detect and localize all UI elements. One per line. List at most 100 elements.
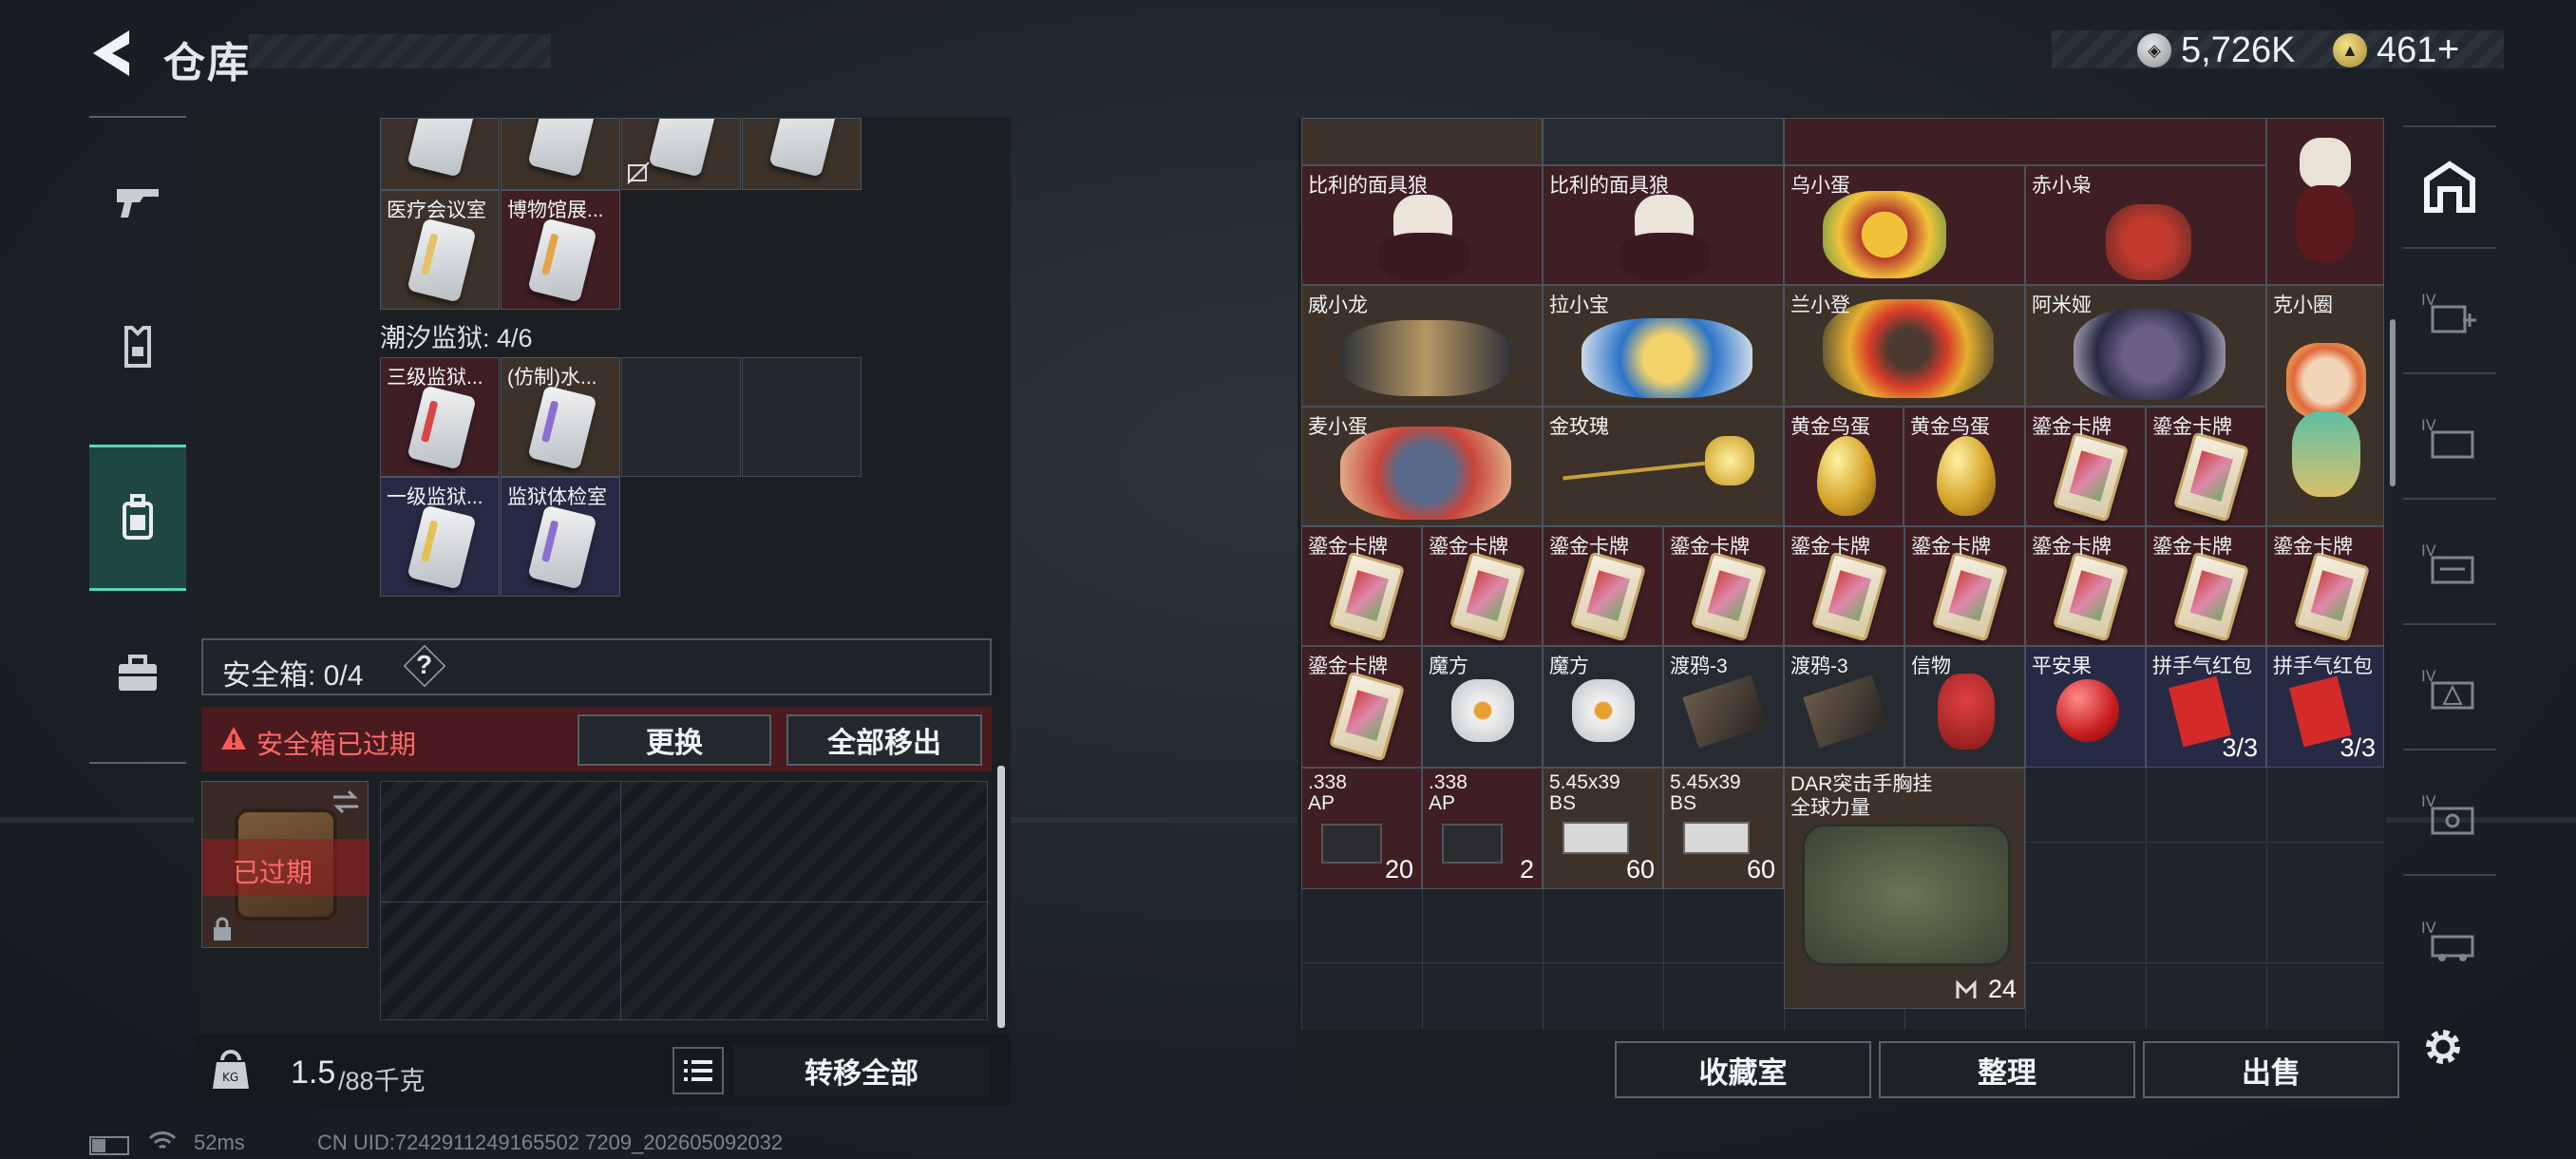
currency-gold: 461 [2377,30,2437,70]
item-museum[interactable]: 博物馆展... [501,190,620,310]
arrange-button[interactable]: 整理 [1879,1041,2135,1098]
swap-icon[interactable] [331,789,360,814]
cannot-move-icon [627,162,650,184]
item-level3-prison[interactable]: 三级监狱... [380,357,500,477]
stash-item-golden-rose[interactable]: 金玫瑰 [1543,407,1784,526]
stash-item-gilded-card[interactable]: 鎏金卡牌 [1904,526,2025,646]
stash-item-mai-xiaodan[interactable]: 麦小蛋 [1301,407,1543,526]
stash-item-cube[interactable]: 魔方 [1422,646,1543,768]
empty-slot[interactable] [621,357,741,477]
weight-icon: KG [213,1050,249,1089]
nav-armor[interactable] [89,274,186,420]
item-tile[interactable] [621,118,741,190]
stash-item-cube[interactable]: 魔方 [1543,646,1663,768]
stash-page-3[interactable]: IV [2403,502,2496,625]
stash-item-wei-xiaolong[interactable]: 威小龙 [1301,285,1543,407]
svg-text:IV: IV [2421,919,2436,937]
item-medical-meeting-room[interactable]: 医疗会议室 [380,190,500,310]
stash-item-gilded-card[interactable]: 鎏金卡牌 [2025,526,2146,646]
nav-weapon[interactable] [89,127,186,274]
stash-item-red-envelope[interactable]: 拼手气红包 3/3 [2266,646,2384,768]
replace-button[interactable]: 更换 [578,714,771,766]
stash-item-gilded-card[interactable]: 鎏金卡牌 [1663,526,1784,646]
transfer-all-button[interactable]: 转移全部 [733,1045,990,1096]
stash-item-gilded-card[interactable]: 鎏金卡牌 [1784,526,1904,646]
stash-item-la-xiaobao[interactable]: 拉小宝 [1543,285,1784,407]
stash-item[interactable] [1784,118,2266,165]
back-icon[interactable] [87,25,133,82]
stash-item-gilded-card[interactable]: 鎏金卡牌 [1422,526,1543,646]
right-scrollbar[interactable] [2390,319,2396,486]
gear-icon[interactable] [2422,1026,2464,1068]
item-tile[interactable] [380,118,500,190]
stash-item-lan-xiaodeng[interactable]: 兰小登 [1784,285,2025,407]
collection-room-button[interactable]: 收藏室 [1615,1041,1871,1098]
stash-item-gilded-card[interactable]: 鎏金卡牌 [2025,407,2146,526]
stash-page-5[interactable]: IV [2403,752,2496,876]
page-title: 仓库 [163,40,251,86]
stash-page-add[interactable]: IV [2403,251,2496,374]
folder-icon: IV [2421,416,2474,459]
list-icon[interactable] [672,1047,724,1094]
nav-backpack[interactable] [89,445,186,591]
stash-item-raven[interactable]: 渡鸦-3 [1784,646,1904,768]
stash-item-gilded-card[interactable]: 鎏金卡牌 [2266,526,2384,646]
sell-button[interactable]: 出售 [2143,1041,2399,1098]
gun-icon [117,189,159,218]
stash-item-doll[interactable] [2266,118,2384,285]
weight-max: /88千克 [338,1067,426,1095]
left-bottom-bar: KG 1.5 /88千克 转移全部 [194,1034,1011,1106]
safebox-slot[interactable]: 已过期 [201,781,369,948]
stash-item-amiya[interactable]: 阿米娅 [2025,285,2266,407]
stash-page-4[interactable]: IV [2403,627,2496,750]
stash-item-golden-egg[interactable]: 黄金鸟蛋 [1784,407,1904,526]
nav-toolbox[interactable] [89,600,186,747]
stash-page-6[interactable]: IV [2403,878,2496,1001]
stash-item-token[interactable]: 信物 [1904,646,2025,768]
stash-item-gilded-card[interactable]: 鎏金卡牌 [2146,526,2266,646]
stash-item-wu-xiaodan[interactable]: 乌小蛋 [1784,165,2025,285]
help-icon[interactable]: ? [416,650,432,680]
lock-icon [214,917,231,940]
stash-pages-nav: IV IV IV IV IV IV [2403,118,2496,1030]
stash-item-peace-apple[interactable]: 平安果 [2025,646,2146,768]
item-replica-water[interactable]: (仿制)水... [501,357,620,477]
toolbox-icon [119,655,157,691]
currency-silver: 5,726K [2181,30,2296,70]
armor-icon [124,326,151,368]
safebox-header: 安全箱: 0/4 ? [201,638,992,695]
stash-item-dar-chest-rig[interactable]: DAR突击手胸挂 全球力量 24 [1784,768,2025,1009]
stash-page-main[interactable] [2403,125,2496,249]
stash-item-chi-xiaoxiao[interactable]: 赤小枭 [2025,165,2266,285]
stash-item-ammo[interactable]: 5.45x39 BS 60 [1543,768,1663,889]
empty-slot[interactable] [742,357,862,477]
item-tile[interactable] [742,118,862,190]
stash-item-ammo[interactable]: .338 AP 2 [1422,768,1543,889]
stash-item-ammo[interactable]: .338 AP 20 [1301,768,1422,889]
stash-page-2[interactable]: IV [2403,376,2496,500]
stash-item-billy-mask[interactable]: 比利的面具狼 [1543,165,1784,285]
item-prison-clinic[interactable]: 监狱体检室 [501,477,620,597]
stash-item[interactable] [1301,118,1543,165]
item-tile[interactable] [501,118,620,190]
move-all-out-button[interactable]: 全部移出 [786,714,982,766]
durability-icon [1956,979,1977,998]
stash-item-gilded-card[interactable]: 鎏金卡牌 [1301,646,1422,768]
stash-item-red-envelope[interactable]: 拼手气红包 3/3 [2146,646,2266,768]
add-currency-button[interactable]: + [2437,28,2459,71]
stash-item-gilded-card[interactable]: 鎏金卡牌 [1301,526,1422,646]
ping-text: 52ms [194,1130,245,1154]
safebox-label: 安全箱: 0/4 [222,660,364,692]
stash-item-ke-xiaoquan[interactable]: 克小圈 [2266,285,2384,526]
stash-item-gilded-card[interactable]: 鎏金卡牌 [2146,407,2266,526]
stash-item-raven[interactable]: 渡鸦-3 [1663,646,1784,768]
stash-item-gilded-card[interactable]: 鎏金卡牌 [1543,526,1663,646]
item-level1-prison[interactable]: 一级监狱... [380,477,500,597]
warning-case-icon: IV [2421,667,2474,710]
stash-item-billy-mask[interactable]: 比利的面具狼 [1301,165,1543,285]
backpack-icon [123,494,153,540]
stash-item-golden-egg[interactable]: 黄金鸟蛋 [1904,407,2025,526]
left-scrollbar[interactable] [997,766,1005,1028]
stash-item-ammo[interactable]: 5.45x39 BS 60 [1663,768,1784,889]
stash-item[interactable] [1543,118,1784,165]
